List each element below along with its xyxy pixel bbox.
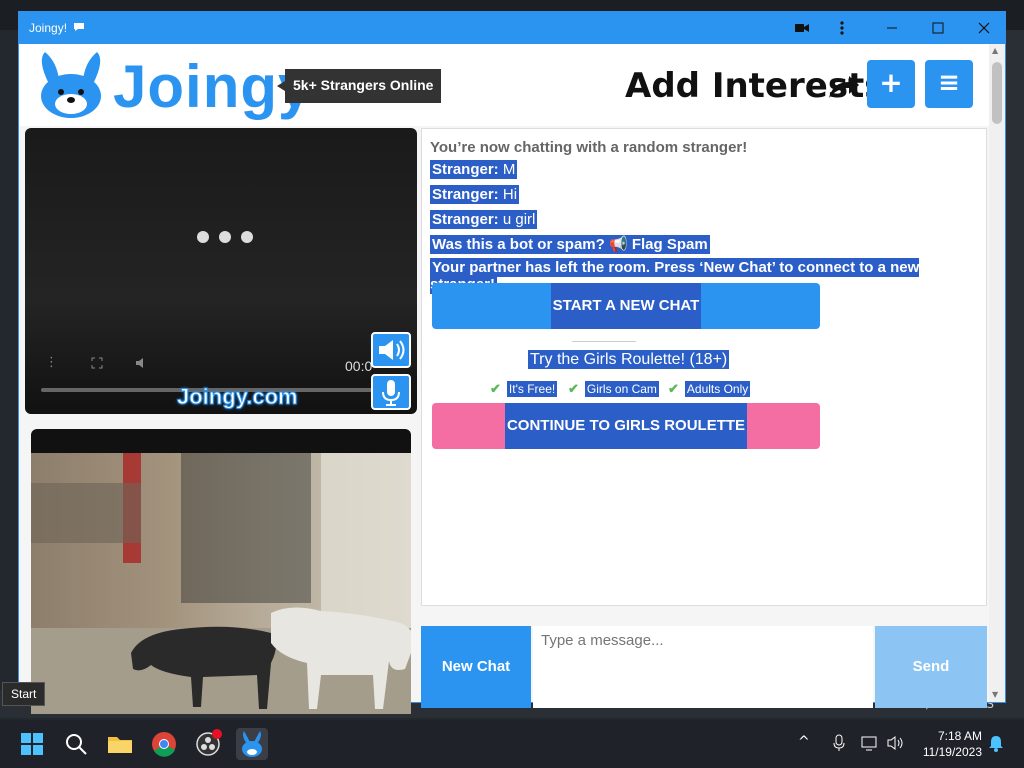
bunny-icon <box>242 731 262 757</box>
folder-icon <box>108 737 132 753</box>
microphone-tray-icon[interactable] <box>832 734 846 752</box>
scrollbar-thumb[interactable] <box>992 62 1002 124</box>
chat-message: Stranger: Hi <box>430 185 520 204</box>
feature-free: ✔ It's Free! <box>490 381 558 397</box>
check-icon: ✔ <box>568 381 579 396</box>
start-button[interactable] <box>16 728 48 760</box>
search-icon <box>66 734 87 755</box>
chat-message: Stranger: M <box>430 160 518 179</box>
chat-bubble-icon <box>74 23 84 31</box>
dogs-image <box>131 607 411 709</box>
microphone-button[interactable] <box>371 374 411 410</box>
add-interest-button[interactable]: + <box>867 60 915 108</box>
search-button[interactable] <box>60 728 92 760</box>
feature-girls-on-cam: ✔ Girls on Cam <box>568 381 659 397</box>
check-icon: ✔ <box>668 381 679 396</box>
network-icon[interactable] <box>860 734 878 752</box>
scroll-up-icon[interactable]: ▲ <box>992 46 998 55</box>
system-clock[interactable]: 7:18 AM 11/19/2023 <box>912 728 982 760</box>
speaker-button[interactable] <box>371 332 411 368</box>
taskbar: ^ 7:18 AM 11/19/2023 <box>0 720 1024 768</box>
online-count-badge: 5k+ Strangers Online <box>276 69 442 103</box>
joingy-watermark: Joingy.com <box>177 384 299 410</box>
clock-time: 7:18 AM <box>937 729 982 743</box>
volume-icon[interactable] <box>886 734 904 752</box>
chrome-icon <box>152 732 176 757</box>
new-chat-button[interactable]: New Chat <box>421 626 531 708</box>
start-tooltip: Start <box>2 682 46 706</box>
hamburger-icon: ≡ <box>938 68 960 98</box>
page-scrollbar[interactable]: ▲ ▼ <box>989 44 1005 702</box>
webcam-feed <box>31 453 411 714</box>
check-icon: ✔ <box>490 381 501 396</box>
megaphone-icon: 📢 <box>608 236 628 253</box>
close-button[interactable] <box>961 12 1007 44</box>
loading-dots-icon <box>197 228 263 247</box>
obs-side-panel <box>1005 30 1024 690</box>
flag-spam-link[interactable]: Flag Spam <box>632 236 708 253</box>
chat-log: You’re now chatting with a random strang… <box>421 128 987 606</box>
joingy-logo[interactable]: Joingy <box>35 50 311 120</box>
notification-bell-icon[interactable] <box>988 734 1004 752</box>
send-button[interactable]: Send <box>875 626 987 708</box>
girls-roulette-title: Try the Girls Roulette! (18+) <box>528 350 730 369</box>
message-input[interactable] <box>533 626 873 708</box>
chrome-button[interactable] <box>148 728 180 760</box>
microphone-icon <box>382 380 400 406</box>
curved-arrow-icon <box>829 76 859 98</box>
clock-date: 11/19/2023 <box>922 745 982 759</box>
fullscreen-icon[interactable] <box>91 357 103 369</box>
continue-girls-roulette-button[interactable]: CONTINUE TO GIRLS ROULETTE <box>432 403 820 449</box>
divider <box>572 341 636 342</box>
minimize-button[interactable] <box>869 12 915 44</box>
obs-button[interactable] <box>192 728 224 760</box>
joingy-window: Joingy! Joingy 5k+ Strangers Online Add … <box>18 11 1006 714</box>
video-time: 00:0 <box>345 358 373 374</box>
window-title: Joingy! <box>29 21 68 35</box>
site-header: Joingy 5k+ Strangers Online Add Interest… <box>19 44 989 126</box>
main-content: ⋮ 00:0 Joingy.com You’re now chatting wi… <box>19 126 989 714</box>
joingy-taskbar-button[interactable] <box>236 728 268 760</box>
spam-prompt: Was this a bot or spam? 📢 Flag Spam <box>430 235 710 254</box>
windows-icon <box>21 733 43 755</box>
stranger-video[interactable]: ⋮ 00:0 Joingy.com <box>25 128 417 414</box>
plus-icon: + <box>879 66 903 99</box>
feature-adults-only: ✔ Adults Only <box>668 381 751 397</box>
menu-button[interactable]: ≡ <box>925 60 973 108</box>
chat-message: Stranger: u girl <box>430 210 538 229</box>
start-new-chat-button[interactable]: START A NEW CHAT <box>432 283 820 329</box>
video-options-icon[interactable]: ⋮ <box>45 355 58 370</box>
speaker-icon <box>379 340 405 360</box>
maximize-button[interactable] <box>915 12 961 44</box>
scroll-down-icon[interactable]: ▼ <box>992 690 998 699</box>
file-explorer-button[interactable] <box>104 728 136 760</box>
chat-system-message: You’re now chatting with a random strang… <box>430 139 748 156</box>
chevron-up-icon[interactable]: ^ <box>798 734 810 750</box>
title-bar: Joingy! <box>19 12 1005 44</box>
volume-mute-icon[interactable] <box>135 356 151 370</box>
more-options-icon[interactable] <box>819 12 865 44</box>
bunny-logo-icon <box>41 52 101 118</box>
self-video[interactable] <box>31 429 411 714</box>
obs-icon <box>196 729 222 756</box>
